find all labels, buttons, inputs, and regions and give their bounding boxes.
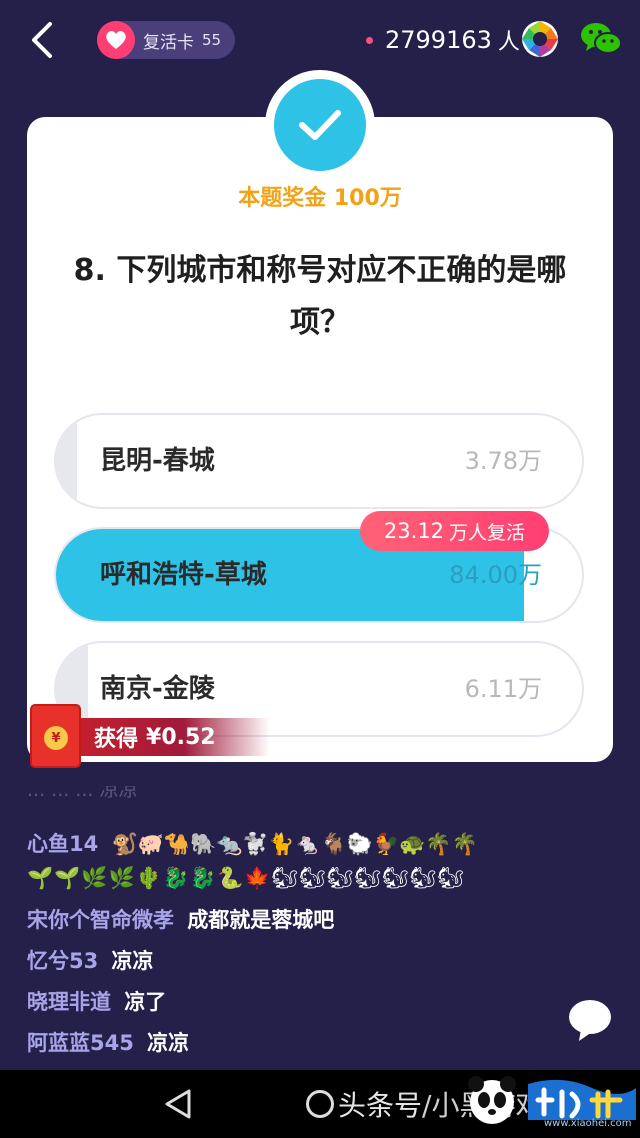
chat-line: 晓理非道 凉了: [27, 986, 166, 1016]
chat-message: 凉了: [124, 990, 167, 1014]
coin-icon: ¥: [44, 726, 68, 750]
reward-notice: 获得 ¥0.52 ¥: [30, 704, 270, 768]
check-icon: [274, 79, 366, 171]
online-viewers: 2799163 人: [366, 24, 520, 56]
nav-back-icon[interactable]: [163, 1088, 195, 1120]
online-unit: 人: [497, 30, 520, 55]
wechat-icon[interactable]: [580, 20, 622, 58]
chat-faded-line: ... ... ... 凉凉: [27, 786, 138, 801]
site-url: www.xiaohei.com: [544, 1118, 632, 1129]
prize-text: 本题奖金 100万: [238, 186, 402, 211]
chat-user: 忆兮53: [27, 949, 99, 973]
option-a-label: 昆明-春城: [100, 446, 215, 476]
chat-user: 宋你个智命微孝: [27, 908, 174, 932]
heart-icon: [97, 21, 135, 59]
chat-line: 忆兮53 凉凉: [27, 945, 154, 975]
top-bar: 复活卡 55 2799163 人: [0, 0, 640, 80]
option-a[interactable]: 昆明-春城 3.78万: [54, 413, 584, 509]
chat-line: 🌱🌱🌿🌿🌵🐉🐉🐍🍁🐿🐿🐿🐿🐿🐿🐿: [27, 866, 465, 891]
chat-message: 凉凉: [147, 1031, 190, 1055]
option-b-label: 呼和浩特-草城: [100, 560, 267, 590]
reward-label: 获得: [94, 727, 139, 752]
chat-user: 晓理非道: [27, 990, 111, 1014]
chat-line: 阿蓝蓝545 凉凉: [27, 1027, 189, 1057]
aperture-icon[interactable]: [521, 20, 559, 58]
question-text: 8. 下列城市和称号对应不正确的是哪项？: [73, 253, 567, 340]
back-icon[interactable]: [24, 18, 60, 62]
chat-message: 凉凉: [111, 949, 154, 973]
option-c-count: 6.11万: [464, 675, 542, 703]
reward-amount: ¥0.52: [146, 724, 216, 750]
revive-card-count: 55: [202, 31, 222, 49]
revive-count-tag: 23.12 万人复活: [360, 511, 549, 551]
red-packet-icon: ¥: [30, 704, 81, 768]
online-count: 2799163: [385, 26, 492, 54]
chat-user: 心鱼14: [27, 832, 99, 856]
revive-card-badge[interactable]: 复活卡 55: [97, 21, 235, 59]
option-a-fill: [56, 415, 78, 507]
chat-user: 阿蓝蓝545: [27, 1031, 134, 1055]
chat-message: 🌱🌱🌿🌿🌵🐉🐉🐍🍁🐿🐿🐿🐿🐿🐿🐿: [27, 866, 465, 890]
live-dot: [366, 36, 373, 44]
chat-message: 🐒🐖🐪🐘🐀🐩🐈🐁🐐🐑🐓🐢🌴🌴: [111, 832, 478, 856]
chat-line: 宋你个智命微孝 成都就是蓉城吧: [27, 904, 334, 934]
chat-message: 成都就是蓉城吧: [187, 908, 335, 932]
chat-line: 心鱼14 🐒🐖🐪🐘🐀🐩🐈🐁🐐🐑🐓🐢🌴🌴: [27, 828, 478, 858]
watermark-label: 头条号: [338, 1089, 423, 1122]
nav-home-icon[interactable]: [306, 1090, 334, 1118]
revive-tag-number: 23.12: [383, 519, 445, 543]
revive-tag-text: 万人复活: [449, 521, 526, 544]
reward-banner: 获得 ¥0.52: [78, 718, 270, 756]
chat-bubble-icon[interactable]: [567, 997, 613, 1043]
revive-card-label: 复活卡: [143, 32, 194, 53]
option-a-count: 3.78万: [464, 447, 542, 475]
